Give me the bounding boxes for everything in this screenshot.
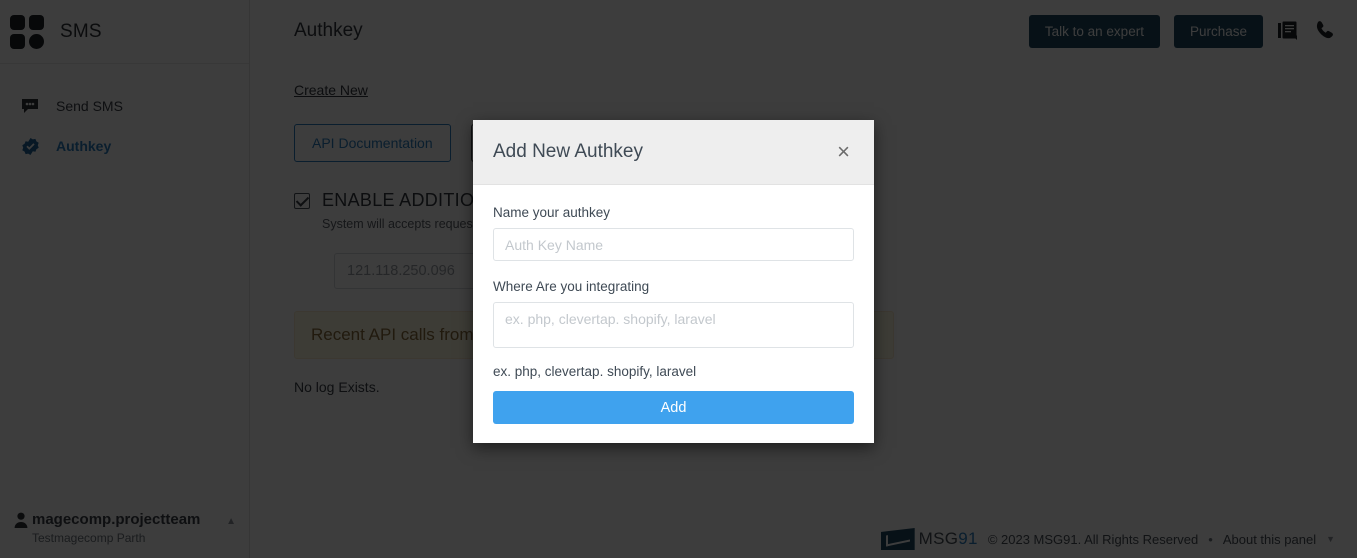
integrating-textarea[interactable] xyxy=(493,302,854,348)
name-field-label: Name your authkey xyxy=(493,205,854,220)
modal-title: Add New Authkey xyxy=(493,141,833,163)
integrating-field-label: Where Are you integrating xyxy=(493,279,854,294)
modal-header: Add New Authkey × xyxy=(473,120,874,185)
authkey-name-input[interactable] xyxy=(493,228,854,261)
integrating-hint: ex. php, clevertap. shopify, laravel xyxy=(493,364,854,379)
modal-body: Name your authkey Where Are you integrat… xyxy=(473,185,874,444)
add-button[interactable]: Add xyxy=(493,391,854,424)
close-x-icon[interactable]: × xyxy=(833,139,854,165)
add-new-authkey-modal: Add New Authkey × Name your authkey Wher… xyxy=(473,120,874,443)
app-root: SMS Send SMS xyxy=(0,0,1357,558)
